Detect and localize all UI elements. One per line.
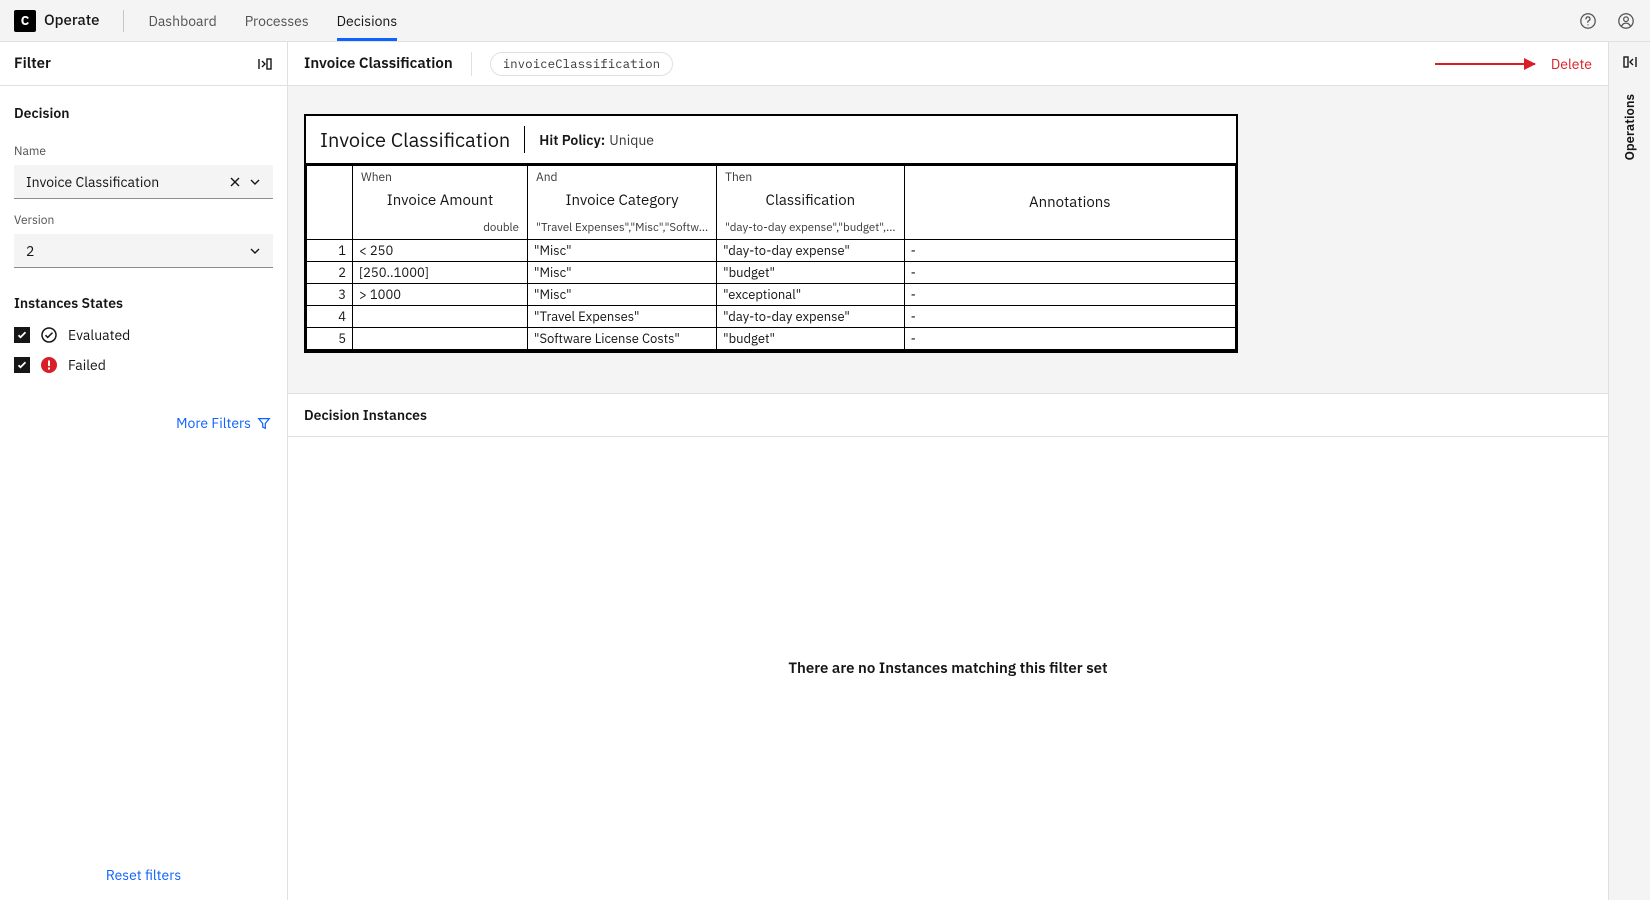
filter-states-title: Instances States — [14, 294, 273, 312]
cell-input-2: "Misc" — [528, 284, 717, 306]
filter-version-value: 2 — [26, 242, 34, 260]
cell-annotation: - — [904, 306, 1235, 328]
expand-panel-icon[interactable] — [1622, 54, 1638, 70]
cell-input-1: < 250 — [353, 240, 528, 262]
evaluated-icon — [40, 326, 58, 344]
cell-output-1: "day-to-day expense" — [717, 240, 904, 262]
dmn-output-col-1: Then Classification "day-to-day expense"… — [717, 166, 904, 240]
filter-icon — [257, 416, 271, 430]
dmn-input-col-2: And Invoice Category "Travel Expenses","… — [528, 166, 717, 240]
dmn-viewer: Invoice Classification Hit Policy: Uniqu… — [288, 86, 1608, 394]
more-filters-label: More Filters — [176, 414, 251, 432]
cell-input-2: "Software License Costs" — [528, 328, 717, 351]
checkbox-checked-icon — [14, 327, 30, 343]
collapse-panel-icon[interactable] — [257, 56, 273, 72]
cell-input-2: "Misc" — [528, 262, 717, 284]
dmn-rule-row: 1< 250"Misc""day-to-day expense"- — [307, 240, 1236, 262]
empty-instances-message: There are no Instances matching this fil… — [788, 659, 1107, 678]
row-number: 1 — [307, 240, 353, 262]
decision-instances-body: There are no Instances matching this fil… — [288, 437, 1608, 900]
state-evaluated-label: Evaluated — [68, 326, 130, 344]
dmn-caption: Invoice Classification Hit Policy: Uniqu… — [306, 116, 1236, 165]
delete-button[interactable]: Delete — [1551, 55, 1592, 73]
app-logo: C — [14, 10, 36, 32]
filter-name-label: Name — [14, 144, 273, 159]
filter-section-decision: Decision — [14, 104, 273, 122]
reset-filters-link[interactable]: Reset filters — [106, 866, 181, 884]
filter-header: Filter — [0, 42, 287, 86]
top-bar: C Operate Dashboard Processes Decisions — [0, 0, 1650, 42]
cell-input-1 — [353, 306, 528, 328]
dmn-input-col-1: When Invoice Amount double — [353, 166, 528, 240]
filter-state-evaluated[interactable]: Evaluated — [14, 326, 273, 344]
cell-output-1: "budget" — [717, 262, 904, 284]
hit-policy-label: Hit Policy: — [539, 131, 605, 149]
decision-id-badge: invoiceClassification — [490, 52, 674, 76]
nav-divider — [123, 10, 124, 32]
cell-input-1: > 1000 — [353, 284, 528, 306]
checkbox-checked-icon — [14, 357, 30, 373]
dmn-table-container: Invoice Classification Hit Policy: Uniqu… — [304, 114, 1238, 353]
row-number: 3 — [307, 284, 353, 306]
hit-policy-value: Unique — [609, 131, 654, 149]
header-divider — [471, 52, 472, 76]
cell-input-2: "Misc" — [528, 240, 717, 262]
nav-processes[interactable]: Processes — [245, 1, 309, 41]
nav-decisions[interactable]: Decisions — [337, 1, 398, 41]
cell-annotation: - — [904, 262, 1235, 284]
state-failed-label: Failed — [68, 356, 106, 374]
page-title: Invoice Classification — [304, 54, 453, 73]
filter-name-select[interactable]: Invoice Classification — [14, 165, 273, 199]
cell-annotation: - — [904, 284, 1235, 306]
operations-rail: Operations — [1608, 42, 1650, 900]
main-header: Invoice Classification invoiceClassifica… — [288, 42, 1608, 86]
row-number-header — [307, 166, 353, 240]
dmn-annotations-col: Annotations — [904, 166, 1235, 240]
cell-output-1: "day-to-day expense" — [717, 306, 904, 328]
row-number: 2 — [307, 262, 353, 284]
filter-version-select[interactable]: 2 — [14, 234, 273, 268]
filter-state-failed[interactable]: Failed — [14, 356, 273, 374]
filter-sidebar: Filter Decision Name Invoice Classificat… — [0, 42, 288, 900]
main-panel: Invoice Classification invoiceClassifica… — [288, 42, 1608, 900]
dmn-rule-row: 2[250..1000]"Misc""budget"- — [307, 262, 1236, 284]
dmn-rule-row: 5 "Software License Costs""budget"- — [307, 328, 1236, 351]
help-icon[interactable] — [1578, 11, 1598, 31]
filter-name-value: Invoice Classification — [26, 173, 159, 191]
cell-input-1: [250..1000] — [353, 262, 528, 284]
user-icon[interactable] — [1616, 11, 1636, 31]
nav-dashboard[interactable]: Dashboard — [148, 1, 216, 41]
row-number: 4 — [307, 306, 353, 328]
dmn-table: When Invoice Amount double And Invoice C… — [306, 165, 1236, 351]
chevron-down-icon[interactable] — [249, 176, 261, 188]
cell-annotation: - — [904, 240, 1235, 262]
cell-output-1: "budget" — [717, 328, 904, 351]
filter-title: Filter — [14, 54, 51, 73]
dmn-rule-row: 4 "Travel Expenses""day-to-day expense"- — [307, 306, 1236, 328]
row-number: 5 — [307, 328, 353, 351]
app-brand: Operate — [44, 11, 99, 30]
clear-icon[interactable] — [229, 176, 241, 188]
failed-icon — [40, 356, 58, 374]
decision-instances-header: Decision Instances — [288, 394, 1608, 437]
filter-version-label: Version — [14, 213, 273, 228]
annotation-arrow — [1435, 63, 1535, 65]
cell-input-2: "Travel Expenses" — [528, 306, 717, 328]
cell-input-1 — [353, 328, 528, 351]
cell-annotation: - — [904, 328, 1235, 351]
chevron-down-icon[interactable] — [249, 245, 261, 257]
cell-output-1: "exceptional" — [717, 284, 904, 306]
operations-tab[interactable]: Operations — [1621, 94, 1638, 160]
dmn-rule-row: 3> 1000"Misc""exceptional"- — [307, 284, 1236, 306]
more-filters-button[interactable]: More Filters — [14, 414, 273, 432]
dmn-title: Invoice Classification — [320, 126, 525, 153]
